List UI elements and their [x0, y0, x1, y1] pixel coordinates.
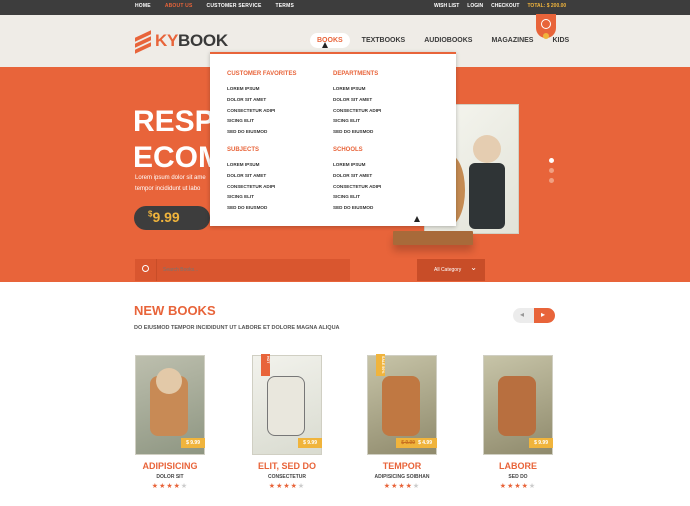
- cart-total: TOTAL: $ 200.00: [527, 3, 567, 9]
- menu-item[interactable]: LOREM IPSUM: [227, 84, 275, 95]
- top-link-about-us[interactable]: ABOUT US: [165, 3, 193, 9]
- menu-item[interactable]: SED DO EIUSMOD: [227, 127, 275, 138]
- main-nav: BOOKS TEXTBOOKS AUDIOBOOKS MAGAZINES KID…: [310, 33, 581, 48]
- menu-heading: CUSTOMER FAVORITES: [227, 71, 297, 77]
- ribbon-badge: SALE 50%: [376, 354, 385, 376]
- search-input[interactable]: [163, 265, 273, 275]
- slide-dot[interactable]: [549, 168, 554, 173]
- nav-books[interactable]: BOOKS: [310, 33, 350, 48]
- menu-item[interactable]: LOREM IPSUM: [333, 160, 381, 171]
- book-cover[interactable]: $ 9.99: [483, 355, 553, 455]
- rating-stars: ★★★★★: [151, 483, 189, 490]
- search-bar: All Category: [135, 259, 485, 281]
- next-arrow-icon[interactable]: [534, 308, 555, 323]
- slide-dot[interactable]: [549, 158, 554, 163]
- slide-dot[interactable]: [549, 178, 554, 183]
- menu-heading: SCHOOLS: [333, 147, 363, 153]
- nav-magazines[interactable]: MAGAZINES: [484, 33, 540, 48]
- menu-item[interactable]: DOLOR SIT AMET: [227, 95, 275, 106]
- menu-item[interactable]: SED DO EIUSMOD: [333, 203, 381, 214]
- book-title[interactable]: LABORE: [483, 461, 553, 471]
- book-card[interactable]: SALE 50% $ 9.99 $ 4.99 TEMPOR ADIPISICING…: [367, 354, 437, 490]
- book-card[interactable]: $ 9.99 LABORE SED DO ★★★★★: [483, 355, 553, 490]
- menu-item[interactable]: SICING ELIT: [227, 116, 275, 127]
- menu-heading: SUBJECTS: [227, 147, 260, 153]
- menu-item[interactable]: DOLOR SIT AMET: [333, 171, 381, 182]
- top-link-home[interactable]: HOME: [135, 3, 151, 9]
- mouse-cursor-icon: [322, 42, 328, 48]
- book-author: SED DO: [508, 474, 528, 480]
- rating-stars: ★★★★★: [499, 483, 537, 490]
- mouse-cursor-icon: [414, 216, 420, 222]
- book-title[interactable]: TEMPOR: [367, 461, 437, 471]
- logo-suffix: BOOK: [178, 31, 228, 50]
- book-cover[interactable]: $ 9.99: [135, 355, 205, 455]
- ribbon-badge: HOT: [261, 354, 270, 376]
- nav-audiobooks[interactable]: AUDIOBOOKS: [417, 33, 479, 48]
- logo-prefix: KY: [155, 31, 179, 50]
- book-cover[interactable]: SALE 50% $ 9.99 $ 4.99: [367, 354, 437, 455]
- menu-item[interactable]: SED DO EIUSMOD: [333, 127, 381, 138]
- book-author: ADIPISICING SOIBHAN: [374, 474, 430, 480]
- price-tag: $ 9.99 $ 4.99: [396, 438, 437, 448]
- carousel-arrows: [513, 308, 555, 323]
- menu-item[interactable]: LOREM IPSUM: [227, 160, 275, 171]
- book-title[interactable]: ELIT, SED DO: [252, 461, 322, 471]
- menu-item[interactable]: SICING ELIT: [333, 116, 381, 127]
- nav-textbooks[interactable]: TEXTBOOKS: [355, 33, 413, 48]
- prev-arrow-icon[interactable]: [513, 308, 534, 323]
- new-books-title: NEW BOOKS: [134, 303, 216, 318]
- login-link[interactable]: LOGIN: [467, 3, 483, 9]
- menu-item[interactable]: SICING ELIT: [333, 192, 381, 203]
- top-link-terms[interactable]: TERMS: [276, 3, 295, 9]
- menu-item[interactable]: DOLOR SIT AMET: [333, 95, 381, 106]
- top-bar: HOME ABOUT US CUSTOMER SERVICE TERMS WIS…: [0, 0, 690, 15]
- logo-mark-icon: [135, 30, 151, 54]
- book-title[interactable]: ADIPISICING: [135, 461, 205, 471]
- hero-price-badge[interactable]: $9.99: [134, 206, 210, 230]
- logo[interactable]: KYBOOK: [135, 30, 228, 54]
- book-card[interactable]: HOT $ 9.99 ELIT, SED DO CONSECTETUR ★★★★…: [252, 354, 322, 490]
- price-tag: $ 9.99: [181, 438, 205, 448]
- menu-item[interactable]: SED DO EIUSMOD: [227, 203, 275, 214]
- hero-shelf: [393, 231, 473, 245]
- book-card[interactable]: $ 9.99 ADIPISICING DOLOR SIT ★★★★★: [135, 355, 205, 490]
- slider-dots: [549, 158, 554, 188]
- menu-item[interactable]: SICING ELIT: [227, 192, 275, 203]
- top-link-customer-service[interactable]: CUSTOMER SERVICE: [207, 3, 262, 9]
- price-tag: $ 9.99: [298, 438, 322, 448]
- new-books-subtitle: DO EIUSMOD TEMPOR INCIDIDUNT UT LABORE E…: [134, 325, 340, 331]
- nav-kids[interactable]: KIDS: [545, 33, 576, 48]
- menu-item[interactable]: DOLOR SIT AMET: [227, 171, 275, 182]
- menu-item[interactable]: CONSECTETUR ADIPI: [333, 182, 381, 193]
- menu-item[interactable]: CONSECTETUR ADIPI: [227, 182, 275, 193]
- menu-item[interactable]: CONSECTETUR ADIPI: [227, 106, 275, 117]
- books-mega-menu: CUSTOMER FAVORITES LOREM IPSUM DOLOR SIT…: [210, 52, 456, 226]
- menu-heading: DEPARTMENTS: [333, 71, 379, 77]
- category-select[interactable]: All Category: [417, 259, 485, 281]
- hero-text: Lorem ipsum dolor sit ame tempor incididu…: [135, 175, 206, 192]
- book-author: DOLOR SIT: [156, 474, 184, 480]
- wish-list-link[interactable]: WISH LIST: [434, 3, 459, 9]
- book-author: CONSECTETUR: [267, 474, 307, 480]
- search-icon[interactable]: [135, 259, 157, 281]
- menu-item[interactable]: CONSECTETUR ADIPI: [333, 106, 381, 117]
- rating-stars: ★★★★★: [383, 483, 421, 490]
- checkout-link[interactable]: CHECKOUT: [491, 3, 519, 9]
- menu-item[interactable]: LOREM IPSUM: [333, 84, 381, 95]
- new-books-list: $ 9.99 ADIPISICING DOLOR SIT ★★★★★ HOT $…: [130, 354, 560, 505]
- price-tag: $ 9.99: [529, 438, 553, 448]
- rating-stars: ★★★★★: [268, 483, 306, 490]
- book-cover[interactable]: HOT $ 9.99: [252, 354, 322, 455]
